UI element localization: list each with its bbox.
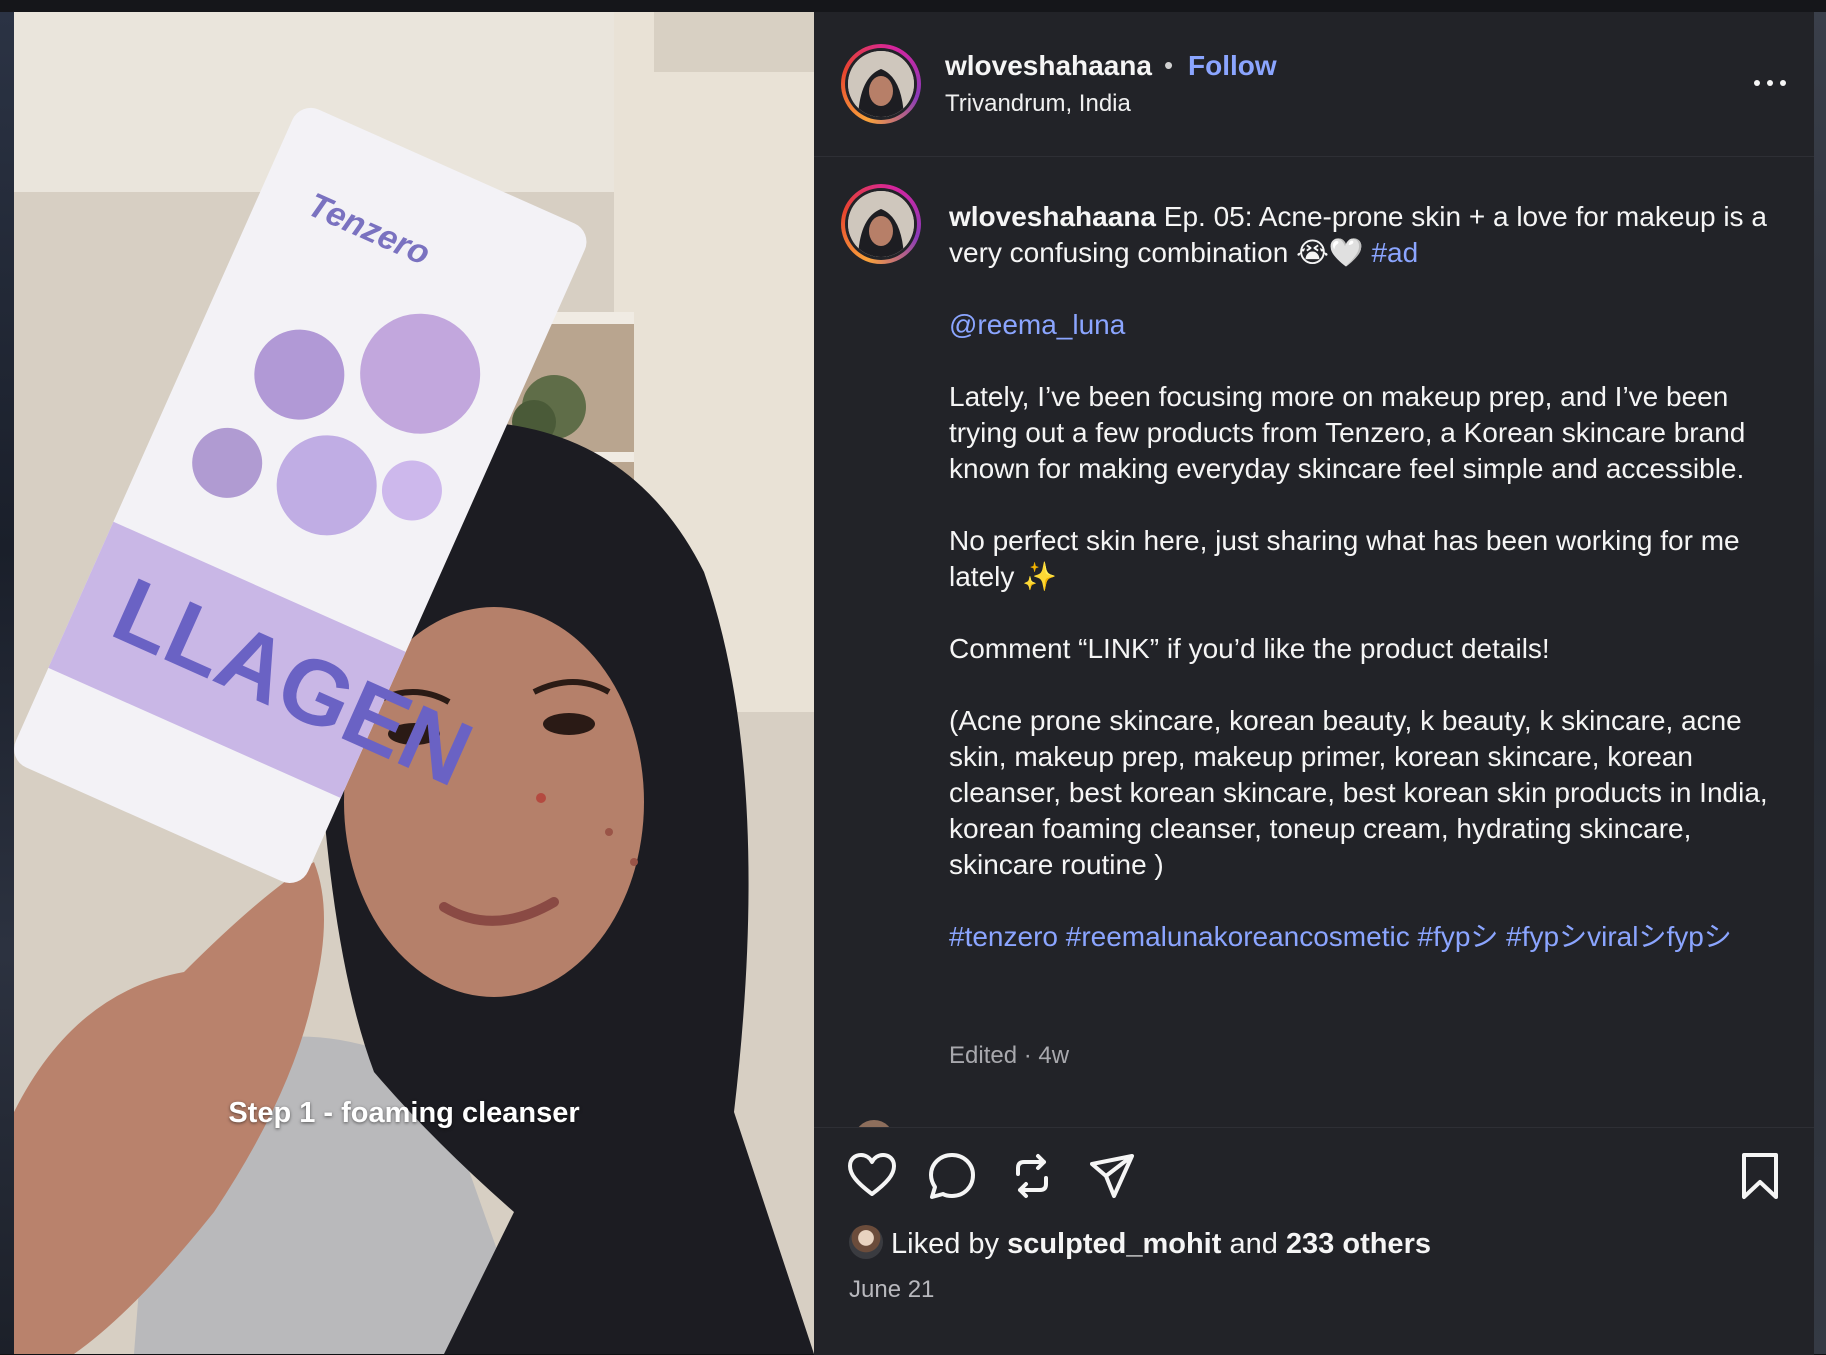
post-caption: wloveshahaana Ep. 05: Acne-prone skin + … xyxy=(949,199,1779,991)
location-link[interactable]: Trivandrum, India xyxy=(945,90,1131,118)
liker-avatar xyxy=(849,1225,883,1260)
likes-middle: and xyxy=(1229,1228,1278,1260)
media-caption: Step 1 - foaming cleanser xyxy=(228,1097,580,1129)
avatar[interactable] xyxy=(841,44,921,124)
next-comment-avatar xyxy=(854,1120,894,1127)
mention-link[interactable]: @reema_luna xyxy=(949,309,1125,340)
caption-para1: Lately, I’ve been focusing more on makeu… xyxy=(949,381,1746,484)
likes-summary[interactable]: Liked by sculpted_mohit and 233 others xyxy=(849,1225,1431,1261)
avatar-photo xyxy=(848,191,914,257)
repost-icon[interactable] xyxy=(1006,1150,1058,1202)
caption-para2: No perfect skin here, just sharing what … xyxy=(949,525,1740,592)
caption-username[interactable]: wloveshahaana xyxy=(949,201,1156,232)
caption-avatar[interactable] xyxy=(841,184,921,264)
separator-dot: • xyxy=(1164,50,1174,80)
post-header: wloveshahaana • Follow Trivandrum, India xyxy=(814,12,1814,157)
top-strip xyxy=(0,0,1826,12)
comment-icon[interactable] xyxy=(926,1150,978,1202)
comments-section: wloveshahaana Ep. 05: Acne-prone skin + … xyxy=(814,157,1814,1127)
hashtag-ad[interactable]: #ad xyxy=(1371,237,1418,268)
post-photo: LLAGEN Tenzero xyxy=(14,12,814,1354)
post-media[interactable]: LLAGEN Tenzero Step 1 - foaming cleanser xyxy=(14,12,814,1354)
actions-bar: Liked by sculpted_mohit and 233 others J… xyxy=(814,1127,1814,1355)
post-panel: wloveshahaana • Follow Trivandrum, India… xyxy=(814,12,1814,1355)
bookmark-icon[interactable] xyxy=(1734,1150,1786,1202)
hashtags[interactable]: #tenzero #reemalunakoreancosmetic #fypシ … xyxy=(949,919,1779,955)
share-icon[interactable] xyxy=(1086,1150,1138,1202)
likes-others[interactable]: 233 others xyxy=(1286,1228,1431,1260)
liker-username[interactable]: sculpted_mohit xyxy=(1007,1228,1221,1260)
heart-icon[interactable] xyxy=(846,1150,898,1202)
avatar-photo xyxy=(848,51,914,117)
backdrop-right xyxy=(1814,12,1826,1354)
caption-para4: (Acne prone skincare, korean beauty, k b… xyxy=(949,705,1768,880)
post-date: June 21 xyxy=(849,1276,935,1303)
follow-button[interactable]: Follow xyxy=(1188,50,1277,82)
caption-meta: Edited · 4w xyxy=(949,1042,1070,1069)
likes-prefix: Liked by xyxy=(891,1228,1000,1260)
more-options-icon[interactable] xyxy=(1754,74,1788,94)
caption-para3: Comment “LINK” if you’d like the product… xyxy=(949,633,1550,664)
header-username[interactable]: wloveshahaana xyxy=(945,50,1152,82)
backdrop-left xyxy=(0,12,14,1354)
